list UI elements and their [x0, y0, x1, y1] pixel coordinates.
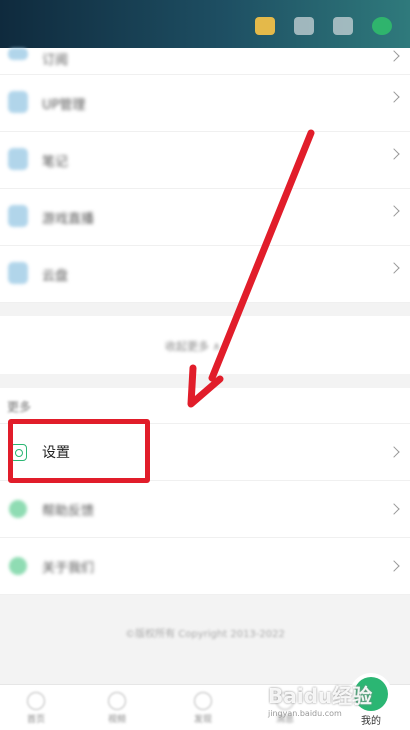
highlight-box	[8, 419, 150, 483]
annotation-arrow	[187, 129, 315, 408]
arrow-shaft	[208, 129, 315, 382]
